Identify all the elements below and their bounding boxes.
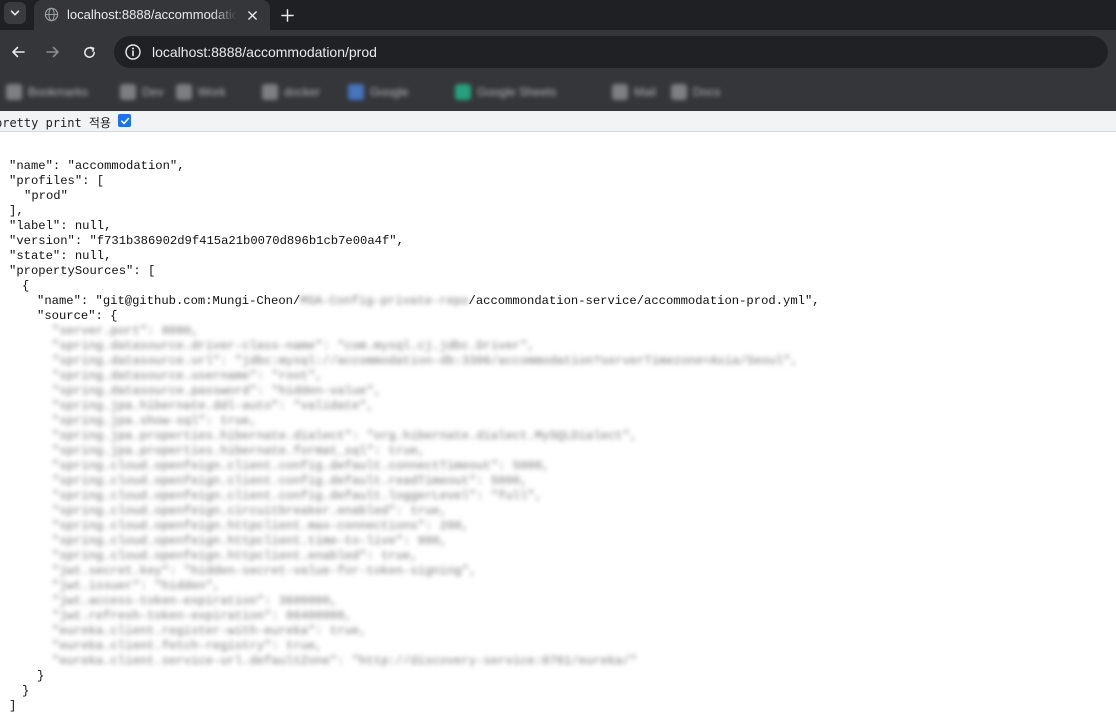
bookmark-item[interactable]: Mail xyxy=(612,82,656,102)
redacted-source-line: "spring.cloud.openfeign.circuitbreaker.e… xyxy=(52,504,447,518)
bookmark-item[interactable]: docker xyxy=(262,82,320,102)
tab-strip: localhost:8888/accommodation/prod xyxy=(0,0,1116,30)
bookmark-item[interactable]: Work xyxy=(176,82,226,102)
folder-icon xyxy=(6,84,22,100)
redacted-source-line: "eureka.client.fetch-registry": true, xyxy=(52,639,323,653)
bookmark-favicon-icon xyxy=(262,84,278,100)
plus-icon xyxy=(280,8,294,22)
bookmark-item[interactable]: Dev xyxy=(120,82,163,102)
json-line-property-sources: "propertySources": [ xyxy=(9,264,156,278)
redacted-source-line: "spring.datasource.url": "jdbc:mysql://a… xyxy=(52,354,798,368)
address-bar[interactable]: localhost:8888/accommodation/prod xyxy=(114,36,1108,68)
redacted-source-line: "spring.datasource.username": "root", xyxy=(52,369,323,383)
redacted-source-line: "spring.jpa.properties.hibernate.format_… xyxy=(52,444,425,458)
bookmark-favicon-icon xyxy=(455,84,471,100)
redacted-source-line: "server.port": 8080, xyxy=(52,324,199,338)
arrow-right-icon xyxy=(46,46,59,58)
pretty-print-label: pretty print 적용 xyxy=(0,116,112,130)
json-line-version: "version": "f731b386902d9f415a21b0070d89… xyxy=(9,234,404,248)
redacted-source-line: "jwt.issuer": "hidden", xyxy=(52,579,221,593)
bookmark-item[interactable]: Docs xyxy=(671,82,720,102)
forward-button[interactable] xyxy=(41,40,65,64)
redacted-source-line: "spring.datasource.driver-class-name": "… xyxy=(52,339,535,353)
json-line-source-open: "source": { xyxy=(37,309,118,323)
json-source-name-suffix: /accommondation-service/accommodation-pr… xyxy=(468,294,820,308)
json-viewer: "name": "accommodation", "profiles": [ "… xyxy=(0,159,1116,714)
bookmark-favicon-icon xyxy=(348,84,364,100)
globe-icon xyxy=(44,7,59,22)
folder-icon xyxy=(120,84,136,100)
json-line-profiles-close: ], xyxy=(9,204,24,218)
tab-close-button[interactable] xyxy=(243,6,261,24)
redacted-source-line: "spring.jpa.show-sql": true, xyxy=(52,414,257,428)
redacted-source-line: "spring.cloud.openfeign.httpclient.enabl… xyxy=(52,549,418,563)
check-icon xyxy=(120,117,129,124)
folder-icon xyxy=(176,84,192,100)
redacted-source-line: "spring.jpa.properties.hibernate.dialect… xyxy=(52,429,638,443)
json-source-name-prefix: "name": "git@github.com:Mungi-Cheon/ xyxy=(37,294,301,308)
json-line-name: "name": "accommodation", xyxy=(9,159,185,173)
info-icon[interactable] xyxy=(124,43,142,61)
bookmark-item[interactable]: Bookmarks xyxy=(6,82,88,102)
reload-icon xyxy=(83,46,95,58)
folder-icon xyxy=(671,84,687,100)
redacted-source-line: "spring.cloud.openfeign.client.config.de… xyxy=(52,474,528,488)
redacted-source-line: "eureka.client.register-with-eureka": tr… xyxy=(52,624,367,638)
redacted-source-line: "spring.cloud.openfeign.httpclient.max-c… xyxy=(52,519,469,533)
pretty-print-checkbox[interactable] xyxy=(118,114,131,127)
redacted-source-line: "spring.cloud.openfeign.client.config.de… xyxy=(52,459,550,473)
bookmark-item[interactable]: Google Sheets xyxy=(455,82,556,102)
json-line-source-name: "name": "git@github.com:Mungi-Cheon/MSA-… xyxy=(0,294,1116,309)
reload-button[interactable] xyxy=(77,40,101,64)
url-text[interactable]: localhost:8888/accommodation/prod xyxy=(152,44,377,60)
json-line-label: "label": null, xyxy=(9,219,112,233)
tab-title: localhost:8888/accommodation/prod xyxy=(67,7,237,22)
json-line-profiles: "profiles": [ xyxy=(9,174,105,188)
json-line-object-open: { xyxy=(22,279,30,293)
redacted-source-line: "jwt.access-token-expiration": 3600000, xyxy=(52,594,338,608)
browser-tab-active[interactable]: localhost:8888/accommodation/prod xyxy=(34,0,270,30)
redacted-source-line: "jwt.refresh-token-expiration": 86400000… xyxy=(52,609,352,623)
chevron-down-icon xyxy=(10,10,20,16)
new-tab-button[interactable] xyxy=(276,4,298,26)
bookmark-item[interactable]: Google xyxy=(348,82,409,102)
redacted-repo-name: MSA-Config-private-repo xyxy=(300,294,469,308)
redacted-source-line: "spring.datasource.password": "hidden-va… xyxy=(52,384,382,398)
json-line-object-close: } xyxy=(22,684,30,698)
json-line-array-close: ] xyxy=(9,699,17,713)
back-button[interactable] xyxy=(6,40,30,64)
redacted-source-block: "server.port": 8080, "spring.datasource.d… xyxy=(0,324,1116,669)
redacted-source-line: "eureka.client.service-url.defaultZone":… xyxy=(52,654,638,668)
pretty-print-bar: pretty print 적용 xyxy=(0,111,1116,132)
json-line-source-close: } xyxy=(37,669,45,683)
arrow-left-icon xyxy=(12,46,25,58)
json-line-state: "state": null, xyxy=(9,249,112,263)
browser-toolbar: localhost:8888/accommodation/prod xyxy=(0,30,1116,74)
bookmarks-bar: Bookmarks Dev Work docker Google Google … xyxy=(0,74,1116,112)
close-icon xyxy=(247,10,257,20)
redacted-source-line: "spring.jpa.hibernate.ddl-auto": "valida… xyxy=(52,399,374,413)
tab-search-button[interactable] xyxy=(4,2,26,24)
redacted-source-line: "spring.cloud.openfeign.httpclient.time-… xyxy=(52,534,447,548)
redacted-source-line: "jwt.secret.key": "hidden-secret-value-f… xyxy=(52,564,477,578)
folder-icon xyxy=(612,84,628,100)
redacted-source-line: "spring.cloud.openfeign.client.config.de… xyxy=(52,489,543,503)
json-line-profile-value: "prod" xyxy=(24,189,68,203)
